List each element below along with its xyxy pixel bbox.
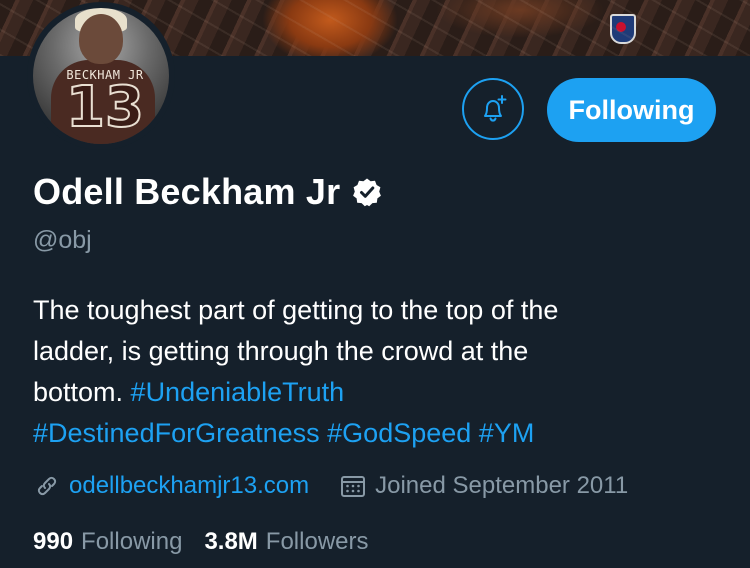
following-label: Following [81,528,183,555]
verified-badge-icon [353,178,382,207]
hashtag-link[interactable]: #GodSpeed [327,418,471,448]
bio-line: bottom. #UndeniableTruth [33,372,733,413]
notifications-button[interactable] [462,78,524,140]
website-link[interactable]: odellbeckhamjr13.com [69,472,309,500]
hashtag-link[interactable]: #UndeniableTruth [131,377,345,407]
profile-handle: @obj [33,226,92,254]
nfl-logo [610,14,636,44]
hashtag-link[interactable]: #DestinedForGreatness [33,418,320,448]
followers-stat[interactable]: 3.8M Followers [204,528,368,556]
link-icon [37,476,57,496]
profile-meta: odellbeckhamjr13.com Joined September 20… [33,468,628,504]
joined-date: Joined September 2011 [375,472,629,499]
profile-stats: 990 Following 3.8M Followers [33,524,369,560]
hashtag-link[interactable]: #YM [479,418,535,448]
followers-label: Followers [265,528,369,555]
following-count: 990 [33,528,74,555]
bio-line: The toughest part of getting to the top … [33,295,559,325]
following-stat[interactable]: 990 Following [33,528,182,556]
profile-name: Odell Beckham Jr [33,171,341,212]
bell-plus-icon [484,95,507,122]
following-button[interactable]: Following [547,78,716,142]
profile-bio: The toughest part of getting to the top … [33,290,733,454]
avatar[interactable]: BECKHAM JR 13 [33,8,169,144]
profile-name-row: Odell Beckham Jr [33,170,382,214]
calendar-icon [341,476,366,497]
bio-line: #DestinedForGreatness #GodSpeed #YM [33,413,733,454]
bio-line: ladder, is getting through the crowd at … [33,336,529,366]
followers-count: 3.8M [204,528,258,555]
bio-text: bottom. [33,377,131,407]
avatar-head [79,14,123,64]
avatar-jersey-number: 13 [65,75,145,140]
